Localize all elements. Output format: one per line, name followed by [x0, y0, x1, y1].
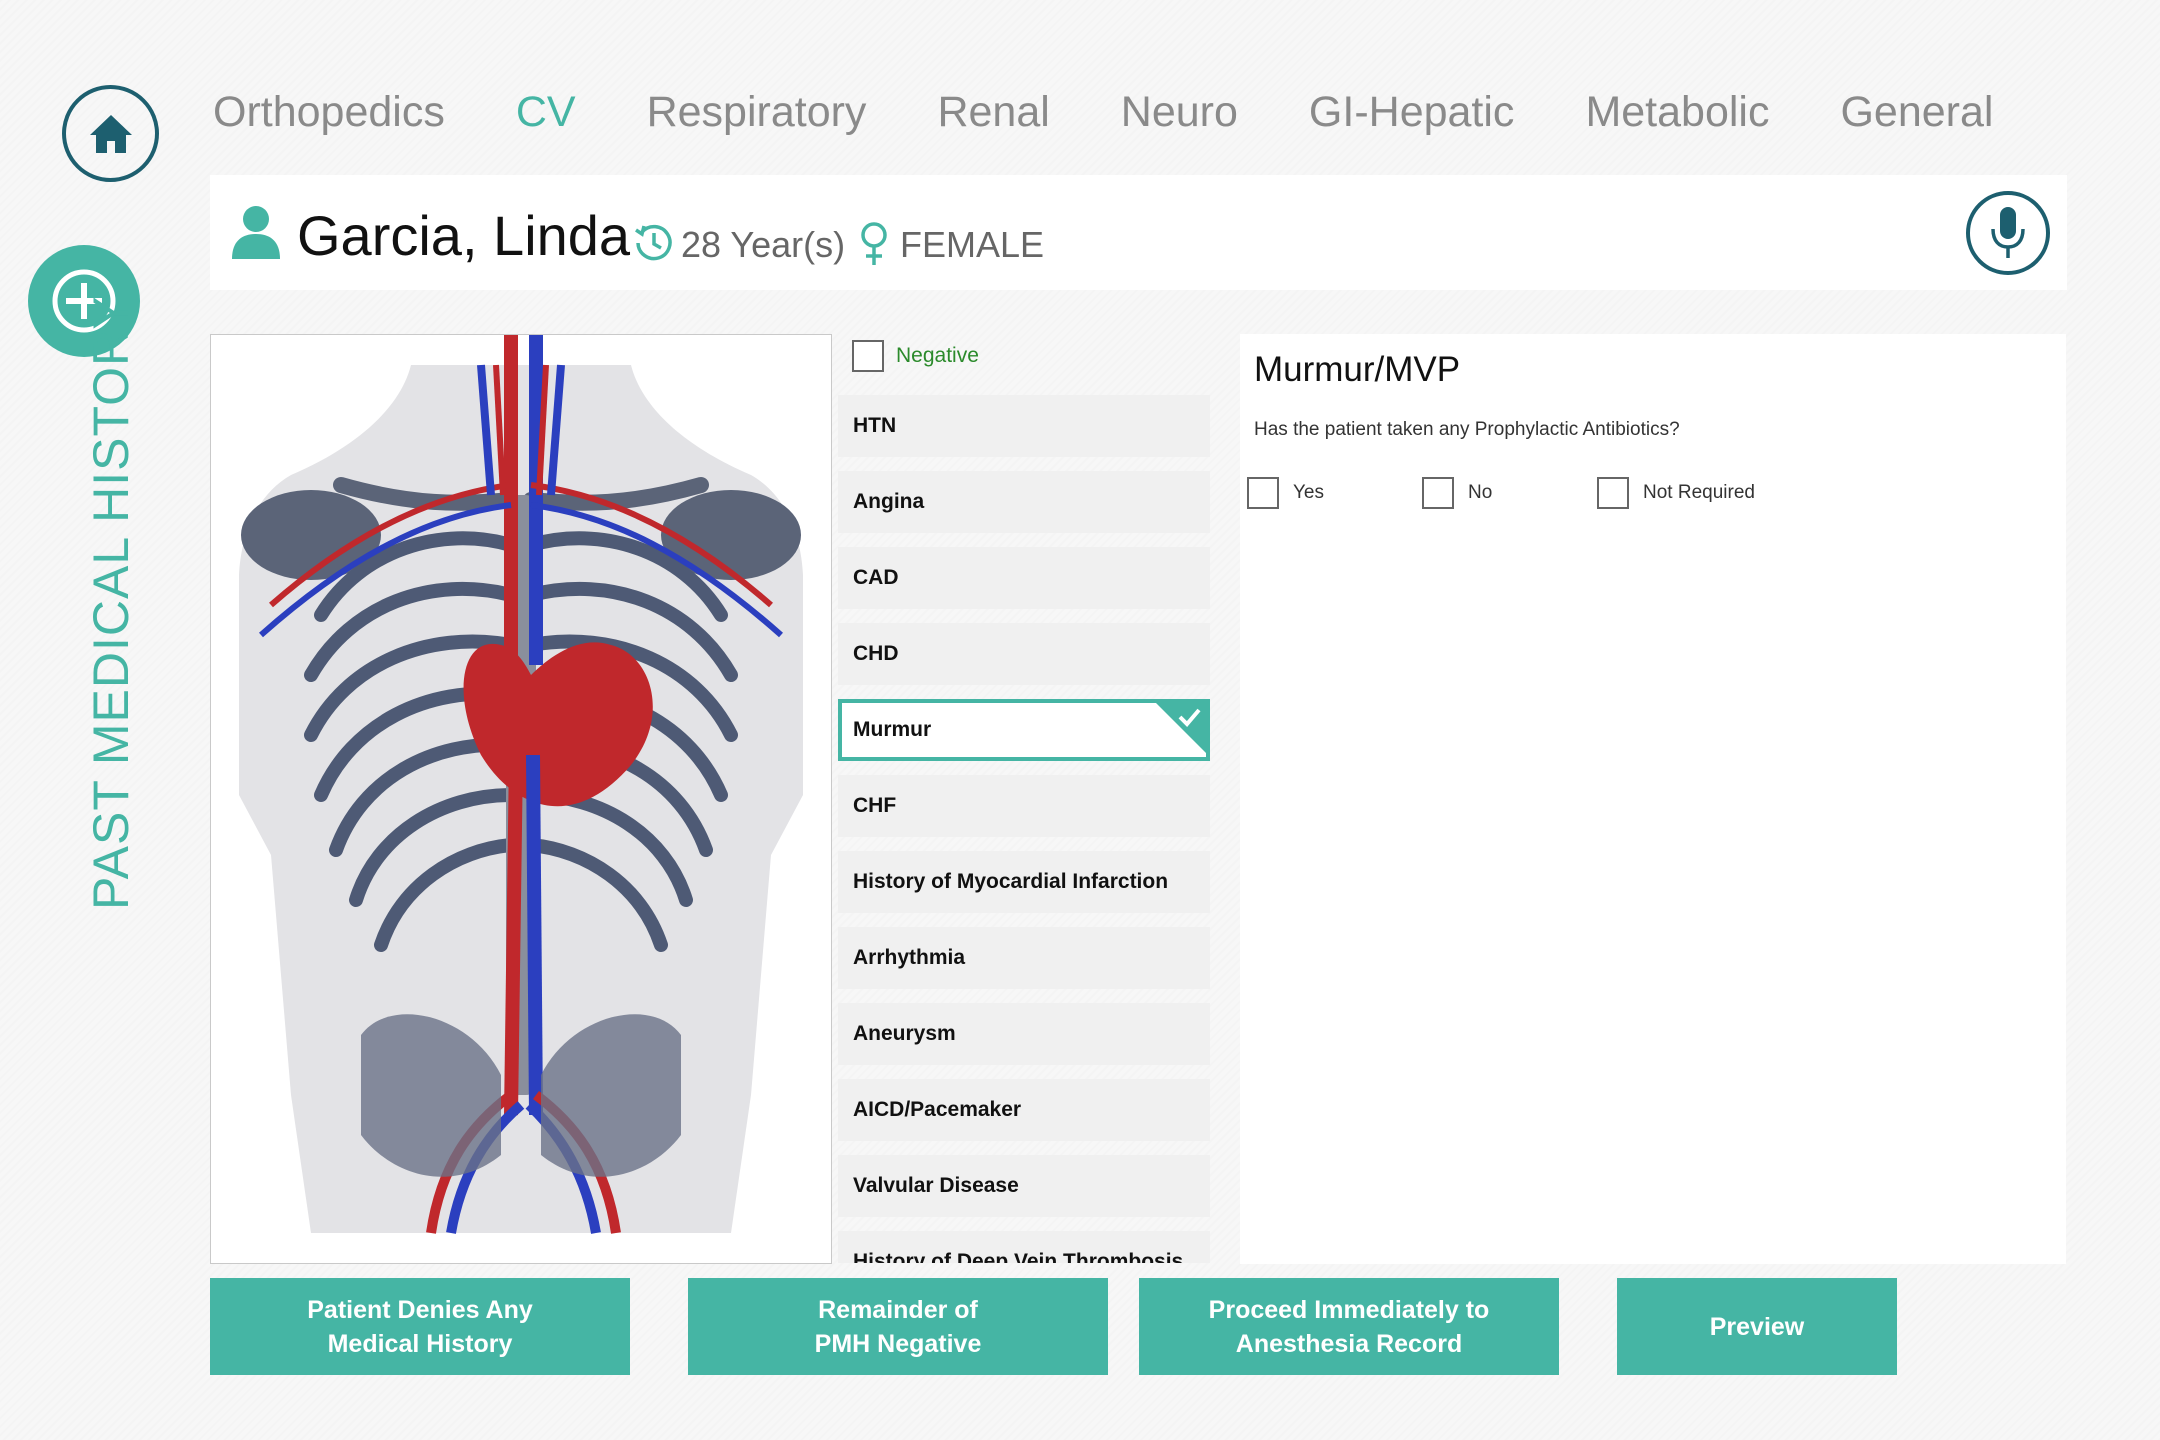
anatomy-image[interactable]	[210, 334, 832, 1264]
list-item-history-of-deep-vein-thrombosis[interactable]: History of Deep Vein Thrombosis	[838, 1231, 1210, 1263]
patient-age: 28 Year(s)	[681, 224, 846, 265]
button-label-line-2: Anesthesia Record	[1235, 1329, 1463, 1358]
negative-checkbox[interactable]	[852, 340, 884, 372]
tab-gi-hepatic[interactable]: GI-Hepatic	[1309, 88, 1515, 137]
button-label-line-1: Proceed Immediately to	[1208, 1295, 1490, 1324]
list-item-chf[interactable]: CHF	[838, 775, 1210, 837]
microphone-button[interactable]	[1966, 191, 2050, 275]
question-title: Murmur/MVP	[1254, 350, 1461, 389]
condition-list[interactable]: HTN Angina CAD CHD Murmur CHF History of…	[838, 395, 1210, 1263]
history-clock-icon	[635, 224, 672, 261]
option-yes[interactable]: Yes	[1247, 477, 1324, 509]
list-item-label: Murmur	[853, 718, 932, 741]
tab-renal[interactable]: Renal	[937, 88, 1049, 137]
patient-gender: FEMALE	[900, 224, 1045, 265]
microphone-icon	[1991, 207, 2025, 258]
button-label: Proceed Immediately to Anesthesia Record	[1209, 1293, 1490, 1361]
option-not-required-label: Not Required	[1643, 482, 1755, 503]
list-item-chd[interactable]: CHD	[838, 623, 1210, 685]
question-text: Has the patient taken any Prophylactic A…	[1254, 419, 1680, 440]
list-item-cad[interactable]: CAD	[838, 547, 1210, 609]
list-item-history-of-myocardial-infarction[interactable]: History of Myocardial Infarction	[838, 851, 1210, 913]
tab-respiratory[interactable]: Respiratory	[647, 88, 867, 137]
cardiovascular-anatomy-illustration	[239, 335, 803, 1234]
list-item-valvular-disease[interactable]: Valvular Disease	[838, 1155, 1210, 1217]
button-label-line-2: PMH Negative	[814, 1329, 982, 1358]
section-title: PAST MEDICAL HISTORY	[83, 295, 139, 910]
patient-name: Garcia, Linda	[297, 204, 631, 267]
option-yes-checkbox[interactable]	[1247, 477, 1279, 509]
tab-orthopedics[interactable]: Orthopedics	[213, 88, 445, 137]
button-label: Patient Denies Any Medical History	[307, 1293, 533, 1361]
option-no[interactable]: No	[1422, 477, 1492, 509]
tab-metabolic[interactable]: Metabolic	[1585, 88, 1769, 137]
question-panel: Murmur/MVP Has the patient taken any Pro…	[1240, 334, 2066, 1264]
button-label-line-1: Patient Denies Any	[307, 1295, 533, 1324]
list-item-aicd-pacemaker[interactable]: AICD/Pacemaker	[838, 1079, 1210, 1141]
option-not-required-checkbox[interactable]	[1597, 477, 1629, 509]
patient-denies-history-button[interactable]: Patient Denies Any Medical History	[210, 1278, 630, 1375]
proceed-anesthesia-record-button[interactable]: Proceed Immediately to Anesthesia Record	[1139, 1278, 1559, 1375]
negative-checkbox-row[interactable]: Negative	[852, 340, 979, 372]
preview-button[interactable]: Preview	[1617, 1278, 1897, 1375]
person-icon	[232, 206, 280, 259]
button-label-line-2: Medical History	[327, 1329, 513, 1358]
home-icon	[89, 114, 132, 153]
patient-header: Garcia, Linda 28 Year(s) FEMALE	[210, 175, 2067, 290]
specialty-tabs: Orthopedics CV Respiratory Renal Neuro G…	[213, 88, 2064, 137]
list-item-murmur[interactable]: Murmur	[838, 699, 1210, 761]
tab-general[interactable]: General	[1840, 88, 1993, 137]
button-label: Remainder of PMH Negative	[815, 1293, 982, 1361]
home-button[interactable]	[62, 85, 159, 182]
negative-label: Negative	[896, 344, 979, 367]
tab-neuro[interactable]: Neuro	[1121, 88, 1238, 137]
list-item-htn[interactable]: HTN	[838, 395, 1210, 457]
option-no-checkbox[interactable]	[1422, 477, 1454, 509]
option-not-required[interactable]: Not Required	[1597, 477, 1755, 509]
list-item-aneurysm[interactable]: Aneurysm	[838, 1003, 1210, 1065]
option-yes-label: Yes	[1293, 482, 1324, 503]
list-item-arrhythmia[interactable]: Arrhythmia	[838, 927, 1210, 989]
button-label-line-1: Remainder of	[818, 1295, 978, 1324]
female-icon	[861, 222, 887, 265]
selected-check-icon	[1156, 703, 1206, 753]
list-item-angina[interactable]: Angina	[838, 471, 1210, 533]
tab-cv[interactable]: CV	[516, 88, 576, 137]
option-no-label: No	[1468, 482, 1493, 503]
remainder-pmh-negative-button[interactable]: Remainder of PMH Negative	[688, 1278, 1108, 1375]
